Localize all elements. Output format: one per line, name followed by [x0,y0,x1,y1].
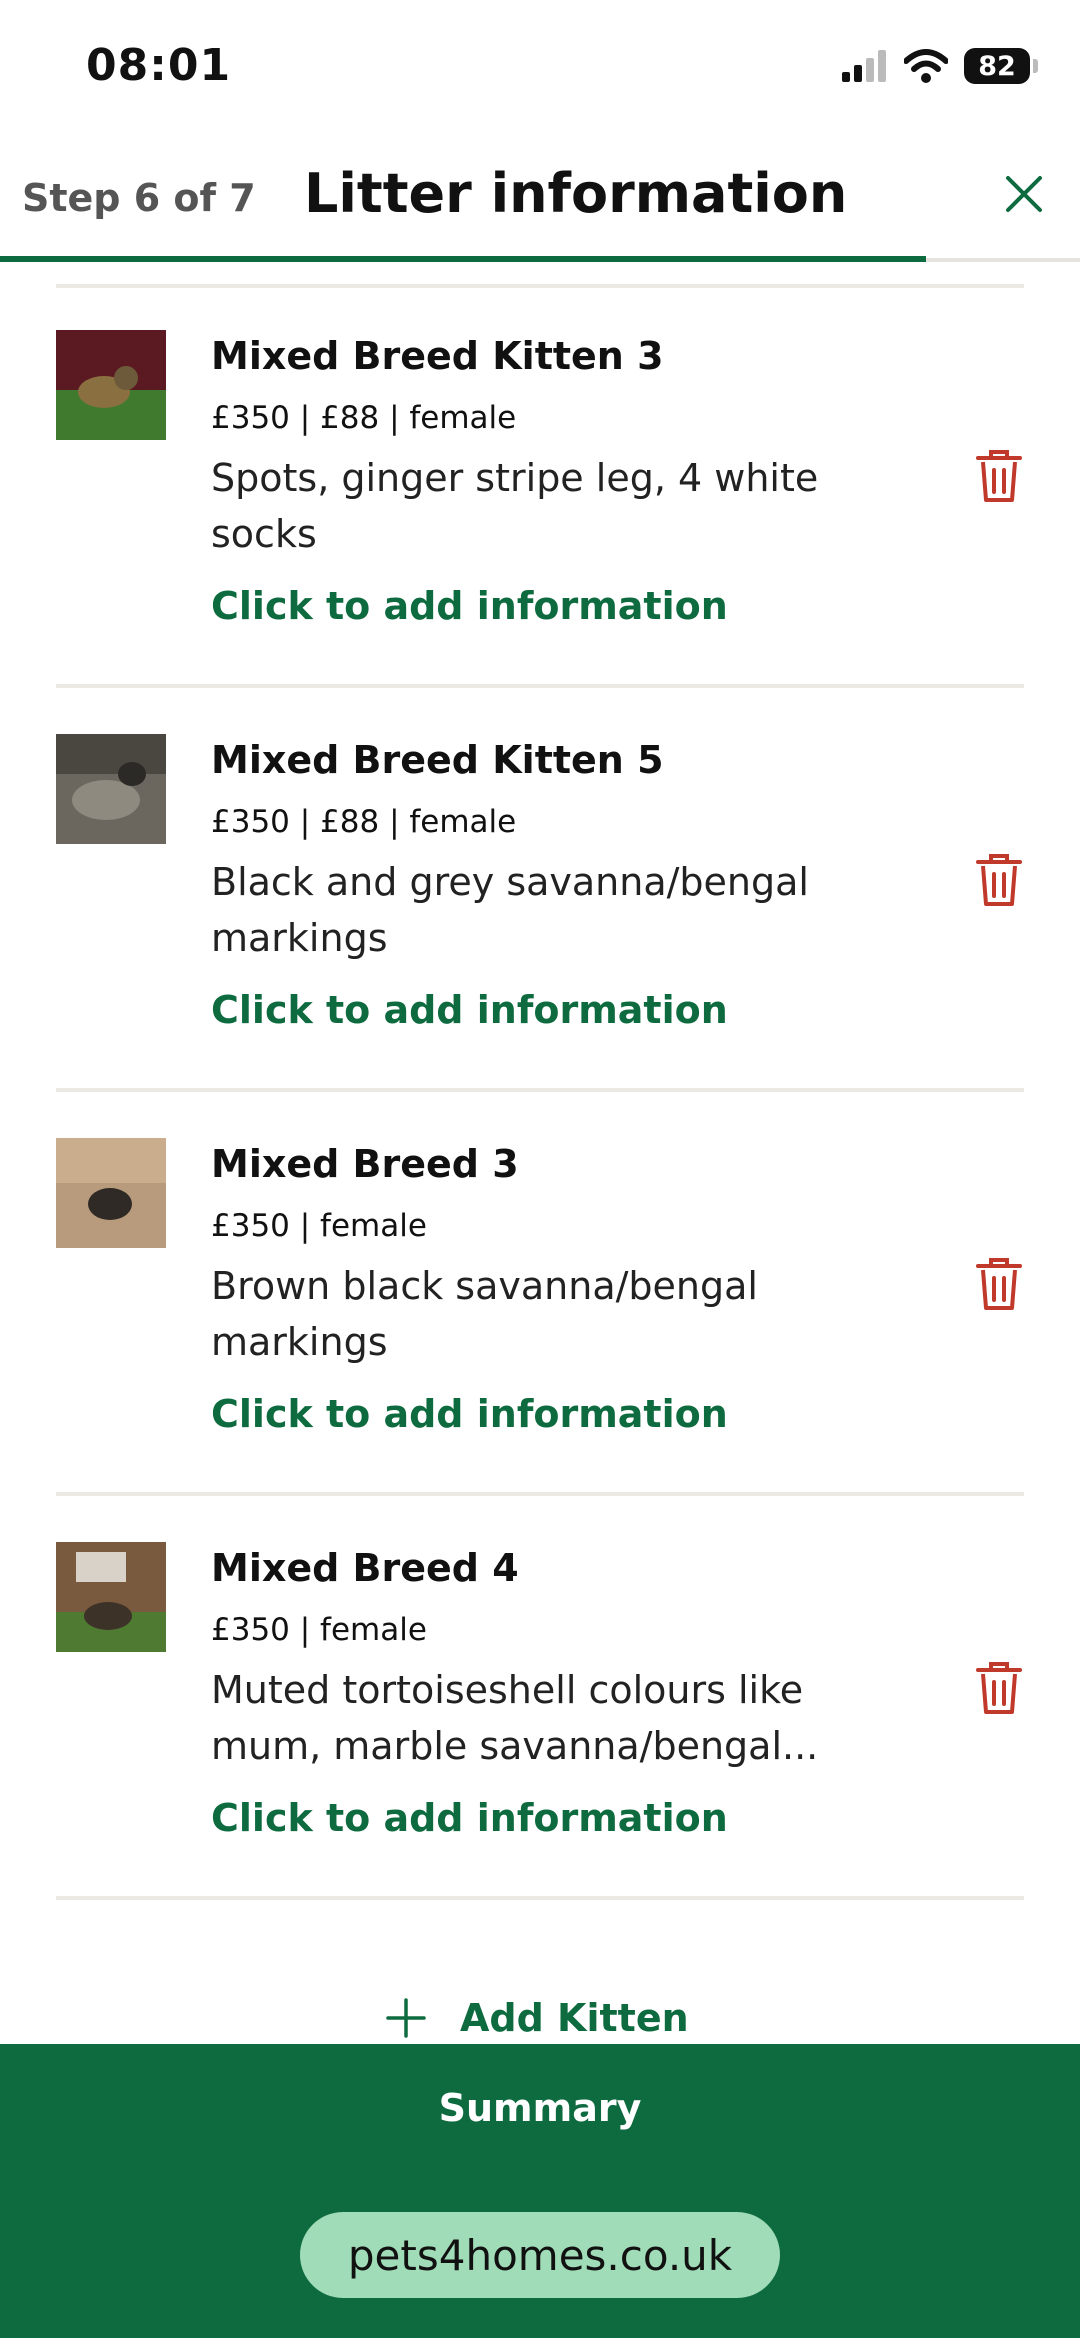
wifi-icon [904,49,948,83]
status-time: 08:01 [86,40,232,91]
bottom-bar: Summary pets4homes.co.uk [0,2044,1080,2338]
kitten-description: Muted tortoiseshell colours like mum, ma… [211,1668,819,1768]
trash-icon[interactable] [974,448,1024,504]
step-indicator: Step 6 of 7 [22,176,256,220]
kitten-meta: £350 | £88 | female [211,804,517,840]
trash-icon[interactable] [974,1256,1024,1312]
trash-icon[interactable] [974,1660,1024,1716]
kitten-photo[interactable] [56,734,166,844]
close-icon[interactable] [998,168,1050,220]
battery-indicator: 82 [964,48,1038,84]
kitten-meta: £350 | £88 | female [211,400,517,436]
kitten-item: Mixed Breed 3 £350 | female Brown black … [56,1092,1024,1496]
url-text: pets4homes.co.uk [347,2230,733,2280]
header: Step 6 of 7 Litter information [0,140,1080,264]
kitten-description: Spots, ginger stripe leg, 4 white socks [211,456,819,556]
kitten-item: Mixed Breed Kitten 3 £350 | £88 | female… [56,284,1024,688]
add-kitten-button[interactable]: Add Kitten [386,1996,689,2040]
add-information-link[interactable]: Click to add information [211,988,728,1032]
plus-icon [386,1998,426,2038]
add-information-link[interactable]: Click to add information [211,1796,728,1840]
add-information-link[interactable]: Click to add information [211,1392,728,1436]
kitten-name: Mixed Breed 4 [211,1546,519,1590]
status-icons: 82 [842,48,1038,84]
kitten-name: Mixed Breed 3 [211,1142,519,1186]
kitten-name: Mixed Breed Kitten 3 [211,334,664,378]
kitten-list: Mixed Breed Kitten 3 £350 | £88 | female… [0,284,1080,1900]
summary-button[interactable]: Summary [0,2086,1080,2130]
kitten-photo[interactable] [56,330,166,440]
trash-icon[interactable] [974,852,1024,908]
kitten-photo[interactable] [56,1542,166,1652]
kitten-item: Mixed Breed 4 £350 | female Muted tortoi… [56,1496,1024,1900]
kitten-meta: £350 | female [211,1612,427,1648]
kitten-description: Black and grey savanna/bengal markings [211,860,809,960]
kitten-description: Brown black savanna/bengal markings [211,1264,758,1364]
kitten-photo[interactable] [56,1138,166,1248]
add-kitten-label: Add Kitten [460,1996,689,2040]
add-information-link[interactable]: Click to add information [211,584,728,628]
browser-url-bar[interactable]: pets4homes.co.uk [300,2212,780,2298]
kitten-item: Mixed Breed Kitten 5 £350 | £88 | female… [56,688,1024,1092]
page-title: Litter information [304,162,848,225]
kitten-name: Mixed Breed Kitten 5 [211,738,664,782]
signal-icon [842,50,886,82]
status-bar: 08:01 82 [0,0,1080,140]
progress-bar [0,256,926,262]
kitten-meta: £350 | female [211,1208,427,1244]
